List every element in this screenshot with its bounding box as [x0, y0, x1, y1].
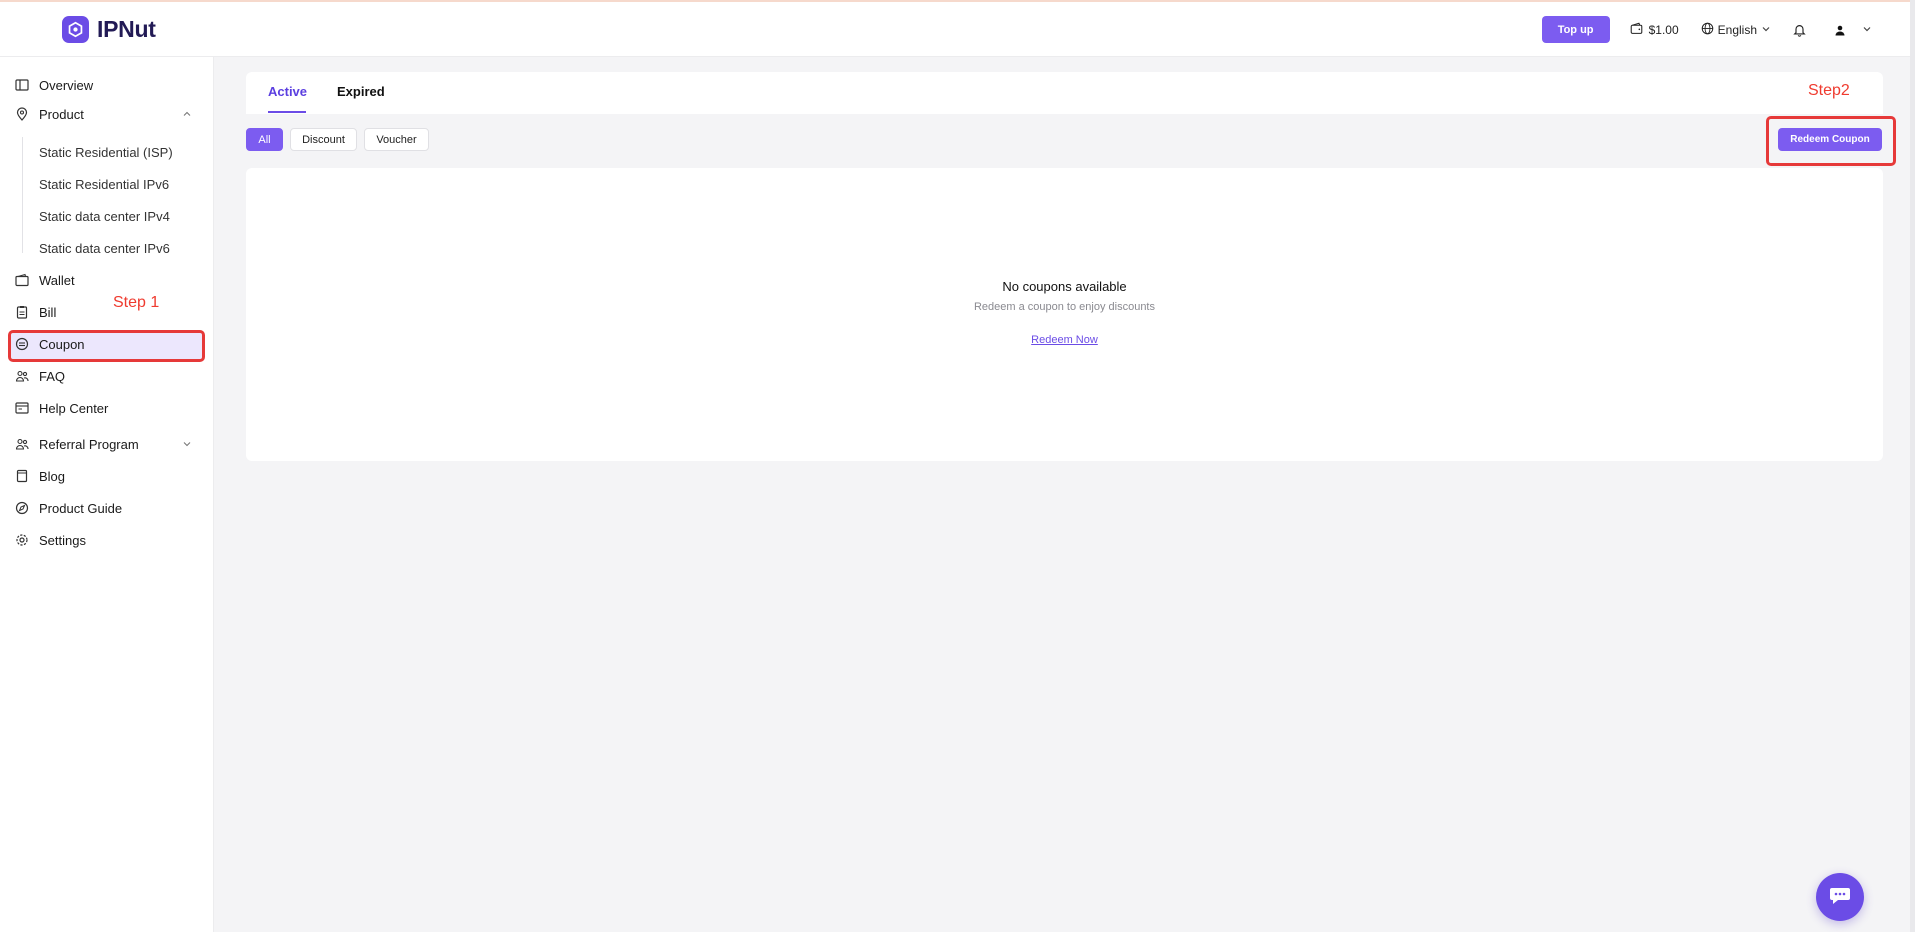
panel-icon [14, 77, 30, 93]
brand-logo[interactable]: IPNut [62, 16, 156, 43]
sidebar-item-label: Settings [39, 532, 86, 548]
sidebar-item-help-center[interactable]: Help Center [14, 397, 202, 419]
sidebar-item-label: Bill [39, 304, 57, 320]
sidebar-item-blog[interactable]: Blog [14, 465, 202, 487]
wallet-balance[interactable]: $1.00 [1630, 22, 1679, 38]
sidebar-item-bill[interactable]: Bill [14, 301, 202, 323]
tab-active[interactable]: Active [268, 84, 307, 99]
logo-icon [62, 16, 89, 43]
chat-button[interactable] [1816, 873, 1864, 921]
tabs-bar: Active Expired [246, 72, 1883, 114]
filter-discount-button[interactable]: Discount [290, 128, 357, 151]
sidebar-item-overview[interactable]: Overview [14, 74, 202, 96]
sidebar-item-label: Wallet [39, 272, 75, 288]
chevron-up-icon [182, 107, 192, 122]
sidebar-item-label: FAQ [39, 368, 66, 384]
step2-annotation: Step2 [1808, 82, 1850, 99]
sidebar-item-label: Coupon [39, 336, 85, 352]
top-up-button[interactable]: Top up [1541, 16, 1610, 43]
gear-icon [14, 532, 30, 548]
submenu-divider [22, 137, 23, 253]
sidebar-item-label: Blog [39, 468, 66, 484]
top-header: IPNut Top up $1.00 English [0, 2, 1910, 57]
chevron-down-icon [1862, 21, 1872, 39]
chevron-down-icon [1761, 23, 1771, 37]
sidebar-item-faq[interactable]: FAQ [14, 365, 202, 387]
filter-all-button[interactable]: All [246, 128, 283, 151]
globe-icon [1701, 22, 1714, 38]
sidebar-item-wallet[interactable]: Wallet [14, 269, 202, 291]
location-pin-icon [14, 106, 30, 122]
compass-icon [14, 500, 30, 516]
chevron-down-icon [182, 437, 192, 452]
sidebar-item-label: Help Center [39, 400, 109, 416]
book-icon [14, 468, 30, 484]
submenu-item-dc-ipv6[interactable]: Static data center IPv6 [39, 241, 170, 256]
active-tab-indicator [268, 111, 306, 113]
sidebar-item-label: Product Guide [39, 500, 123, 516]
wallet-icon [1630, 22, 1643, 38]
page-scrollbar[interactable] [1910, 0, 1915, 932]
sidebar-item-label: Product [39, 106, 84, 122]
clipboard-icon [14, 304, 30, 320]
redeem-coupon-button[interactable]: Redeem Coupon [1778, 128, 1882, 151]
submenu-item-isp[interactable]: Static Residential (ISP) [39, 145, 173, 160]
user-menu[interactable] [1830, 19, 1872, 40]
sidebar-item-label: Referral Program [39, 436, 139, 452]
browser-icon [14, 400, 30, 416]
filter-voucher-button[interactable]: Voucher [364, 128, 429, 151]
submenu-item-dc-ipv4[interactable]: Static data center IPv4 [39, 209, 170, 224]
sidebar-item-label: Overview [39, 77, 94, 93]
balance-amount: $1.00 [1648, 22, 1679, 37]
coupon-icon [14, 336, 30, 352]
language-selector[interactable]: English [1701, 22, 1771, 38]
sidebar: Step 1 Overview Product Static Residenti… [0, 57, 214, 932]
bell-icon[interactable] [1793, 23, 1806, 37]
user-avatar-icon [1830, 19, 1850, 40]
submenu-item-residential-ipv6[interactable]: Static Residential IPv6 [39, 177, 169, 192]
coupon-list-panel: No coupons available Redeem a coupon to … [246, 168, 1883, 461]
people-icon [14, 368, 30, 384]
empty-state-title: No coupons available [1002, 279, 1127, 294]
sidebar-item-referral-program[interactable]: Referral Program [14, 433, 202, 455]
brand-name: IPNut [97, 16, 156, 42]
language-label: English [1717, 22, 1757, 37]
redeem-now-link[interactable]: Redeem Now [246, 334, 1883, 346]
sidebar-item-product[interactable]: Product [14, 103, 202, 125]
people-icon [14, 436, 30, 452]
wallet-icon [14, 272, 30, 288]
empty-state-subtitle: Redeem a coupon to enjoy discounts [973, 301, 1155, 313]
chat-bubble-icon [1829, 885, 1851, 910]
sidebar-item-product-guide[interactable]: Product Guide [14, 497, 202, 519]
tab-expired[interactable]: Expired [337, 84, 385, 99]
sidebar-item-coupon[interactable]: Coupon [14, 333, 202, 355]
sidebar-item-settings[interactable]: Settings [14, 529, 202, 551]
